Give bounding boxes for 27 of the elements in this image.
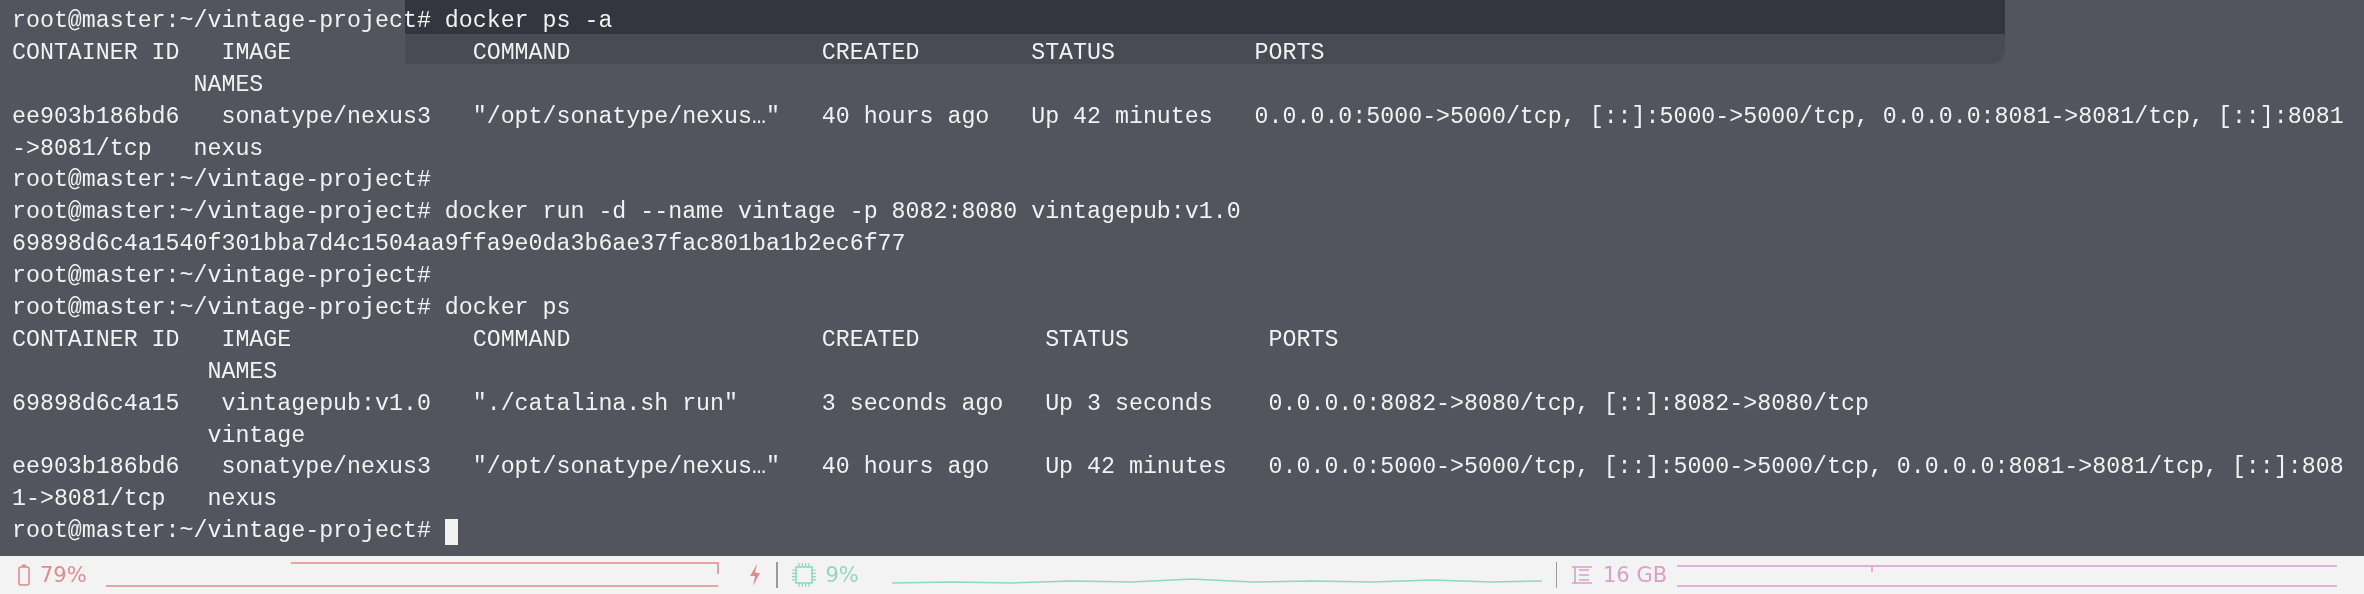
output-text: vintage xyxy=(206,421,306,451)
shell-prompt: root@master:~/vintage-project# xyxy=(12,166,431,196)
shell-prompt: root@master:~/vintage-project# xyxy=(12,198,431,228)
command-text: docker run -d --name vintage -p 8082:8080 vintagepub:v1.0 xyxy=(444,198,1241,228)
shell-prompt: root@master:~/vintage-project# xyxy=(12,262,431,292)
status-value: 9% xyxy=(825,563,860,587)
status-value: 79% xyxy=(40,563,88,587)
output-text: ->8081/tcp nexus xyxy=(12,134,264,164)
output-text: NAMES xyxy=(192,70,264,100)
output-text: CONTAINER ID IMAGE COMMAND CREATED STATUS PORTS xyxy=(12,325,1339,355)
command-text: docker ps xyxy=(444,294,571,323)
battery-icon xyxy=(18,564,30,586)
shell-prompt: root@master:~/vintage-project# xyxy=(12,517,431,547)
shell-prompt: root@master:~/vintage-project# xyxy=(12,294,431,323)
output-text: ee903b186bd6 sonatype/nexus3 "/opt/sonatype/nexus…" 40 hours ago Up 42 minutes 0.0.0.0:5000->5000/tcp, [::]:5000->5000/tcp, 0.0.0.0:8081->8081/tcp, [::]:8081 xyxy=(12,102,2344,132)
shell-prompt: root@master:~/vintage-project# xyxy=(12,7,431,36)
command-text: docker ps -a xyxy=(444,7,613,36)
output-text: NAMES xyxy=(206,357,278,387)
output-text: ee903b186bd6 sonatype/nexus3 "/opt/sonatype/nexus…" 40 hours ago Up 42 minutes 0.0.0.0:5000->5000/tcp, [::]:5000->5000/tcp, 0.0.0.0:8081->8081/tcp, [::]:808 xyxy=(12,453,2344,483)
memory-icon xyxy=(1571,565,1593,585)
chip-icon xyxy=(791,563,816,587)
output-text: 69898d6c4a1540f301bba7d4c1504aa9ffa9e0da3b6ae37fac801ba1b2ec6f77 xyxy=(12,230,906,260)
output-text: 69898d6c4a15 vintagepub:v1.0 "./catalina.sh run" 3 seconds ago Up 3 seconds 0.0.0.0:8082->8080/tcp, [::]:8082->8080/tcp xyxy=(12,389,1869,419)
output-text: 1->8081/tcp nexus xyxy=(12,485,278,515)
status-value: 16 GB xyxy=(1603,563,1668,587)
lightning-icon xyxy=(748,563,762,587)
output-text: CONTAINER ID IMAGE COMMAND CREATED STATUS PORTS xyxy=(12,38,1325,68)
